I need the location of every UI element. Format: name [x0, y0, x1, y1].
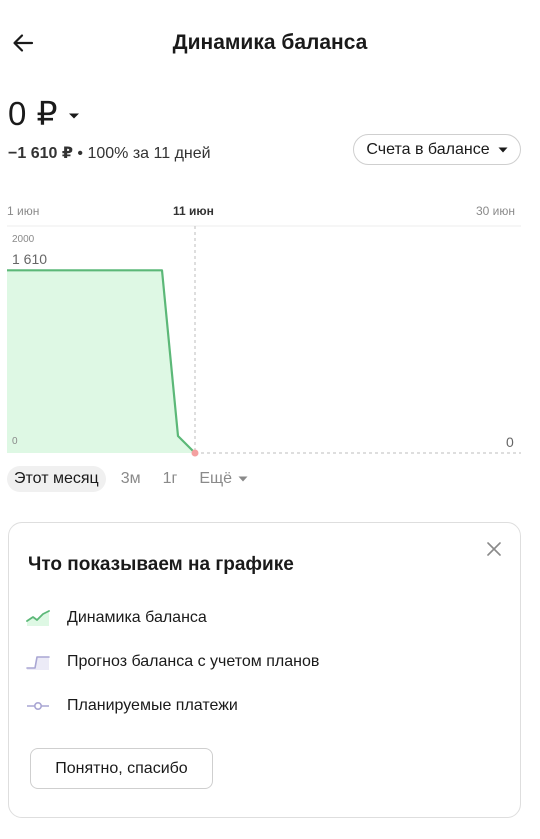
close-icon — [487, 542, 501, 556]
y-tick-label-zero: 0 — [12, 436, 18, 447]
chart-legend-card: Что показываем на графике Динамика балан… — [8, 522, 521, 818]
legend-label: Прогноз баланса с учетом планов — [67, 653, 320, 670]
balance-trend-icon — [26, 609, 50, 627]
x-tick-label-current: 11 июн — [173, 204, 214, 218]
caret-down-icon — [238, 476, 248, 482]
legend-label: Динамика баланса — [67, 609, 207, 626]
period-1y[interactable]: 1г — [156, 466, 185, 492]
legend-item-balance: Динамика баланса — [26, 609, 207, 627]
accounts-button-label: Счета в балансе — [366, 140, 490, 158]
balance-value: 0 ₽ — [8, 95, 59, 132]
period-label: 1г — [162, 470, 178, 487]
got-it-button[interactable]: Понятно, спасибо — [30, 748, 213, 789]
header: Динамика баланса — [0, 0, 540, 90]
accounts-in-balance-button[interactable]: Счета в балансе — [353, 134, 521, 165]
legend-label: Планируемые платежи — [67, 697, 238, 714]
current-point-marker — [191, 449, 199, 457]
caret-down-icon — [69, 113, 80, 118]
page-title: Динамика баланса — [172, 31, 368, 54]
right-value-label: 0 — [506, 434, 514, 450]
forecast-step-icon — [26, 653, 50, 671]
change-amount: −1 610 ₽ — [8, 145, 73, 162]
x-tick-label: 30 июн — [476, 204, 516, 218]
period-3m[interactable]: 3м — [114, 466, 148, 492]
balance-area — [7, 270, 195, 453]
balance-selector[interactable]: 0 ₽ — [8, 94, 80, 133]
got-it-label: Понятно, спасибо — [55, 759, 188, 777]
balance-chart[interactable]: 2000 1 610 0 0 — [0, 222, 540, 462]
period-more[interactable]: Ещё — [192, 466, 255, 492]
y-value-label: 1 610 — [12, 251, 47, 267]
period-this-month[interactable]: Этот месяц — [7, 466, 106, 492]
x-tick-label: 1 июн — [7, 204, 40, 218]
caret-down-icon — [498, 147, 508, 152]
change-percent: • 100% за 11 дней — [72, 145, 211, 162]
period-label: 3м — [120, 470, 141, 487]
legend-item-forecast: Прогноз баланса с учетом планов — [26, 653, 319, 671]
planned-payments-icon — [26, 697, 50, 715]
y-tick-label: 2000 — [12, 234, 35, 245]
legend-item-planned: Планируемые платежи — [26, 697, 238, 715]
period-label: Этот месяц — [14, 470, 99, 487]
balance-change: −1 610 ₽ • 100% за 11 дней — [8, 143, 211, 163]
close-button[interactable] — [484, 539, 504, 559]
card-title: Что показываем на графике — [28, 554, 294, 575]
period-selector: Этот месяц 3м 1г Ещё — [7, 465, 263, 493]
period-label: Ещё — [199, 470, 233, 487]
